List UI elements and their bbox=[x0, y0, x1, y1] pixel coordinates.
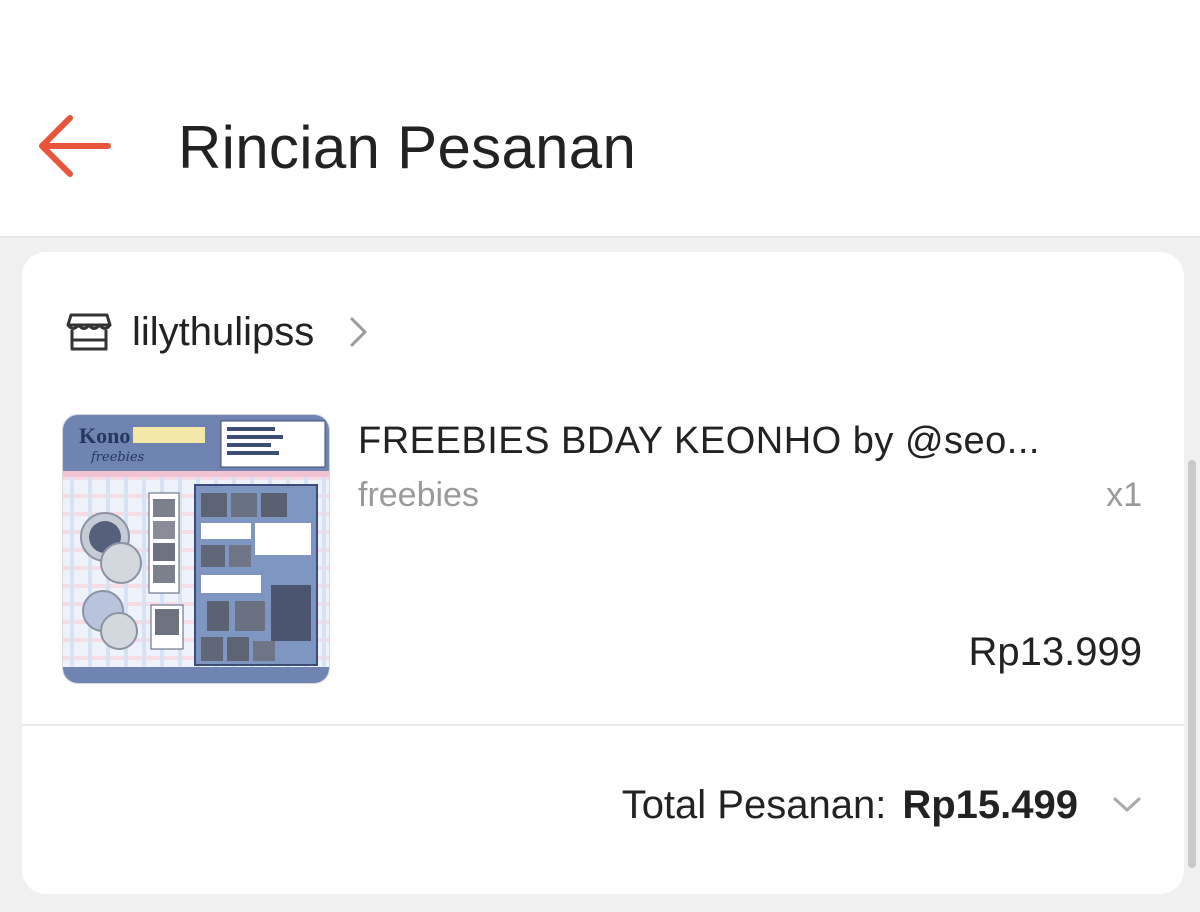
order-total-toggle[interactable]: Total Pesanan: Rp15.499 bbox=[622, 772, 1142, 838]
app-header: Rincian Pesanan bbox=[0, 0, 1200, 238]
arrow-left-icon bbox=[39, 115, 111, 177]
chevron-right-icon bbox=[350, 317, 367, 347]
shop-link[interactable]: lilythulipss bbox=[66, 304, 370, 360]
total-value: Rp15.499 bbox=[902, 782, 1078, 827]
product-price: Rp13.999 bbox=[968, 630, 1142, 674]
product-thumbnail: Kono freebies bbox=[62, 414, 330, 684]
store-icon bbox=[66, 313, 112, 351]
scrollbar[interactable] bbox=[1188, 460, 1196, 868]
chevron-down-icon bbox=[1113, 797, 1141, 812]
page-title: Rincian Pesanan bbox=[178, 114, 637, 181]
product-variant: freebies bbox=[358, 476, 479, 514]
total-label: Total Pesanan: bbox=[621, 782, 887, 827]
order-card: lilythulipss Kono freebies FREEBIES BDAY… bbox=[22, 252, 1184, 894]
shop-name: lilythulipss bbox=[132, 309, 315, 354]
back-button[interactable] bbox=[36, 112, 112, 180]
svg-text:freebies: freebies bbox=[90, 450, 145, 465]
product-quantity: x1 bbox=[1106, 476, 1142, 514]
product-title: FREEBIES BDAY KEONHO by @seo... bbox=[358, 420, 1040, 462]
divider bbox=[22, 724, 1184, 726]
product-item[interactable]: Kono freebies FREEBIES BDAY KEONHO by @s… bbox=[22, 412, 1184, 724]
svg-text:Kono: Kono bbox=[79, 423, 130, 448]
